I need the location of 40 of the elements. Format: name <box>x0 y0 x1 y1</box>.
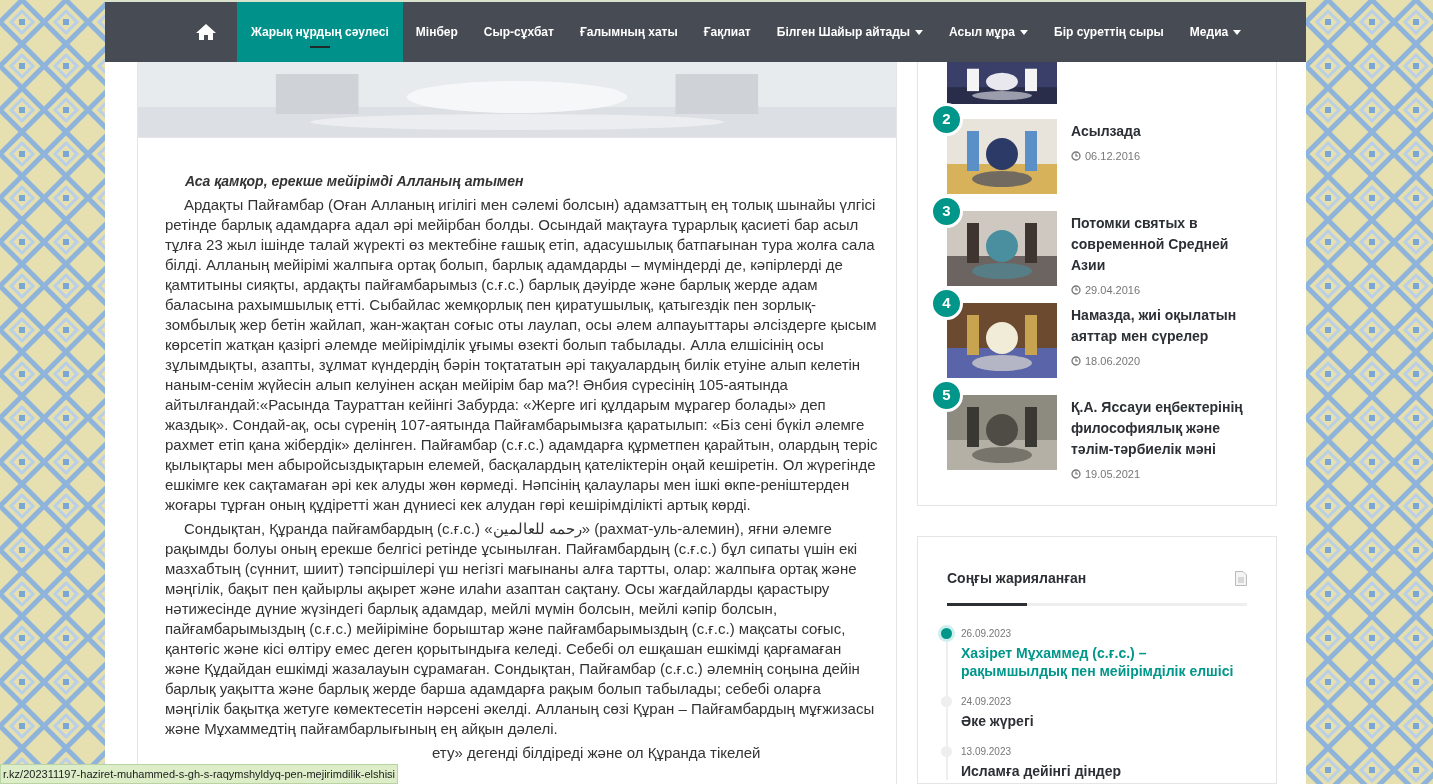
status-bar-url: r.kz/202311197-haziret-muhammed-s-gh-s-raqymshyldyq-pen-mejirimdilik-elshisi <box>0 764 399 784</box>
nav-tab[interactable]: Мінбер <box>402 2 471 62</box>
article-paragraph: ету» дегенді білдіреді және ол Құранда тікелей <box>431 743 762 763</box>
clock-icon <box>1071 469 1081 480</box>
post-date: 19.05.2021 <box>1085 467 1141 482</box>
post-date: 29.04.2016 <box>1085 283 1141 298</box>
home-icon[interactable] <box>195 23 217 41</box>
post-title[interactable]: Әке жүрегі <box>961 712 1247 730</box>
nav-tab[interactable]: Жарық нұрдың сәулесі <box>237 2 403 62</box>
document-icon <box>1235 571 1247 586</box>
article-heading: Аса қамқор, ерекше мейірімді Алланың атымен <box>184 172 525 191</box>
nav-tab[interactable]: Ғалымның хаты <box>566 2 691 62</box>
article-paragraph: Сондықтан, Құранда пайғамбардың (с.ғ.с.) «رحمه للعالمين» (рахмат-уль-алемин), яғни әлемге рақымды болуы оның ерекше белгісі ретінде ұсынылған. Пайғамбардың (с.ғ.с.) бұл сипаты үшін екі мазхабтың (сүннит, шиит) тәпсіршілері үш негізгі мағынаны алға тартты, олар: жалпыға ортақ және мәңгілік, бақыт пен қайырлы ақырет және илаһи азаптан сақтану. Осы жағдайларды қарастыру нәтижесінде дүние жүзіндегі барлық адамдар, мейлі мүмін болсын, мейлі кәпір болсын, пайғамбарымыздың (с.ғ.с.) мейіріміне борыштар және пайғамбарымыздың (с.ғ.с.) мақсаты соғыс, қантөгіс және кісі өлтіру емес деген қорытындыға келеді. Себебі ол ешқашан ешкімді қарғамаған және Құдайдан ешкімді жазалауын сұрамаған. Сондықтан, Пайғамбар (с.ғ.с.) әлемнің соңына дейін барлық уақытта және барлық жерде барша адамдарға рақым болып табылады; себебі оларға мәңгілік бақытқа жетуге көмектесетін нәрсені әкелді. Алланың сөзі Құран – Пайғамбардың мұғжизасы және Мұхаммедтің пайғамбарлығының ең айқын дәлелі. <box>165 519 876 739</box>
post-title[interactable]: Хазірет Мұхаммед (с.ғ.с.) – рақымшылдық пен мейірімділік елшісі <box>961 644 1247 680</box>
nav-tab[interactable]: Медиа <box>1176 2 1255 62</box>
nav-tab[interactable]: Білген Шайыр айтады <box>763 2 937 62</box>
clock-icon <box>1071 151 1081 162</box>
post-title[interactable]: Исламға дейінгі діндер <box>961 762 1247 780</box>
widget-title: Соңғы жарияланған <box>947 569 1087 588</box>
post-date: 26.09.2023 <box>961 628 1013 640</box>
post-date: 06.12.2016 <box>1085 149 1141 164</box>
rank-badge: 2 <box>930 103 963 136</box>
clock-icon <box>1071 285 1081 296</box>
post-title[interactable]: Қ.А. Яссауи еңбектерінің философиялық және тәлім-тәрбиелік мәні <box>1071 397 1251 460</box>
article-paragraph: Ардақты Пайғамбар (Оған Алланың игілігі мен сәлемі болсын) адамзаттың ең толық шынайы үлгісі ретінде барлық адамдарға адал әрі мейірбан болды. Осындай мақтауға тұрарлық қасиеті бар асыл тұлға 23 жыл ішінде талай жүректі өз мектебіне ғашық етіп, адасушылық батпағынан тура жолға сала білді. Алланың мейірімі жалпыға ортақ болып, барлық адамдарды – мүміндерді де, кәпірлерді де қамтитыны сияқты, ардақты пайғамбарымыз (с.ғ.с.) барлық дәуірде және барлық жерде адам баласына рахымшылық етті. Сыбайлас жемқорлық пен қиратушылық, қатыгездік пен зорлық-зомбылық жер бетін жайлап, жан-жақтан соғыс оты лаулап, осы әлем алпауыттары әлсіздерге қысым көрсетіп жатқан қазіргі әлемде мейірімділік ұғымы өзекті болып табылады. Алла елшісінің осы зұлымдықты, азапты, зұлмат күндердің бәрін тоқтататын әрі тақуалардың билік етуіне алып келетін наным-сенім жүйесін алып келуінен асқан мейірім бар ма?! Әнбия сүресінің 105-аятында айтылғандай:«Расында Таураттан кейінгі Забурда: «Жерге игі құлдарым мұрагер болады» деп жаздық». Сондай-ақ, осы сүренің 107-аятында Пайғамбарымызға қаратылып: «Біз сені бүкіл әлемге рахмет етіп қана жібердік» делінген. Пайғамбар (с.ғ.с.) адамдарға құрметпен қарайтын, олардың теріс қылықтары мен абыройсыздықтарын елемей, басқалардың қателіктерін оңай кешіретін. Ол жүрегінде ешкімге кек сақтамаған әрі кек алуды жөн көрмеді. Нәпсінің қалаулары мен ішкі өкпе-реніштерден жоғары тұрған оның құдіретті жан дүниесі кек алудан гөрі кешірімділікті артық көрді. <box>165 195 878 515</box>
post-title[interactable]: Асылзада <box>1071 121 1251 142</box>
rank-badge: 4 <box>930 287 963 320</box>
post-title[interactable]: Потомки святых в современной Средней Азии <box>1071 213 1251 276</box>
nav-tab[interactable]: Ғақлиат <box>690 2 764 62</box>
post-date: 24.09.2023 <box>961 696 1013 708</box>
rank-badge: 5 <box>930 379 963 412</box>
active-underline <box>309 46 330 48</box>
post-title[interactable]: Намазда, жиі оқылатын аяттар мен сүрелер <box>1071 305 1251 347</box>
clock-icon <box>1071 356 1081 367</box>
nav-tab[interactable]: Бір суреттің сыры <box>1041 2 1177 62</box>
nav-tab[interactable]: Асыл мұра <box>936 2 1042 62</box>
post-date: 18.06.2020 <box>1085 354 1141 369</box>
rank-badge: 3 <box>930 195 963 228</box>
post-date: 13.09.2023 <box>961 746 1013 758</box>
nav-tab[interactable]: Сыр-сұхбат <box>470 2 567 62</box>
